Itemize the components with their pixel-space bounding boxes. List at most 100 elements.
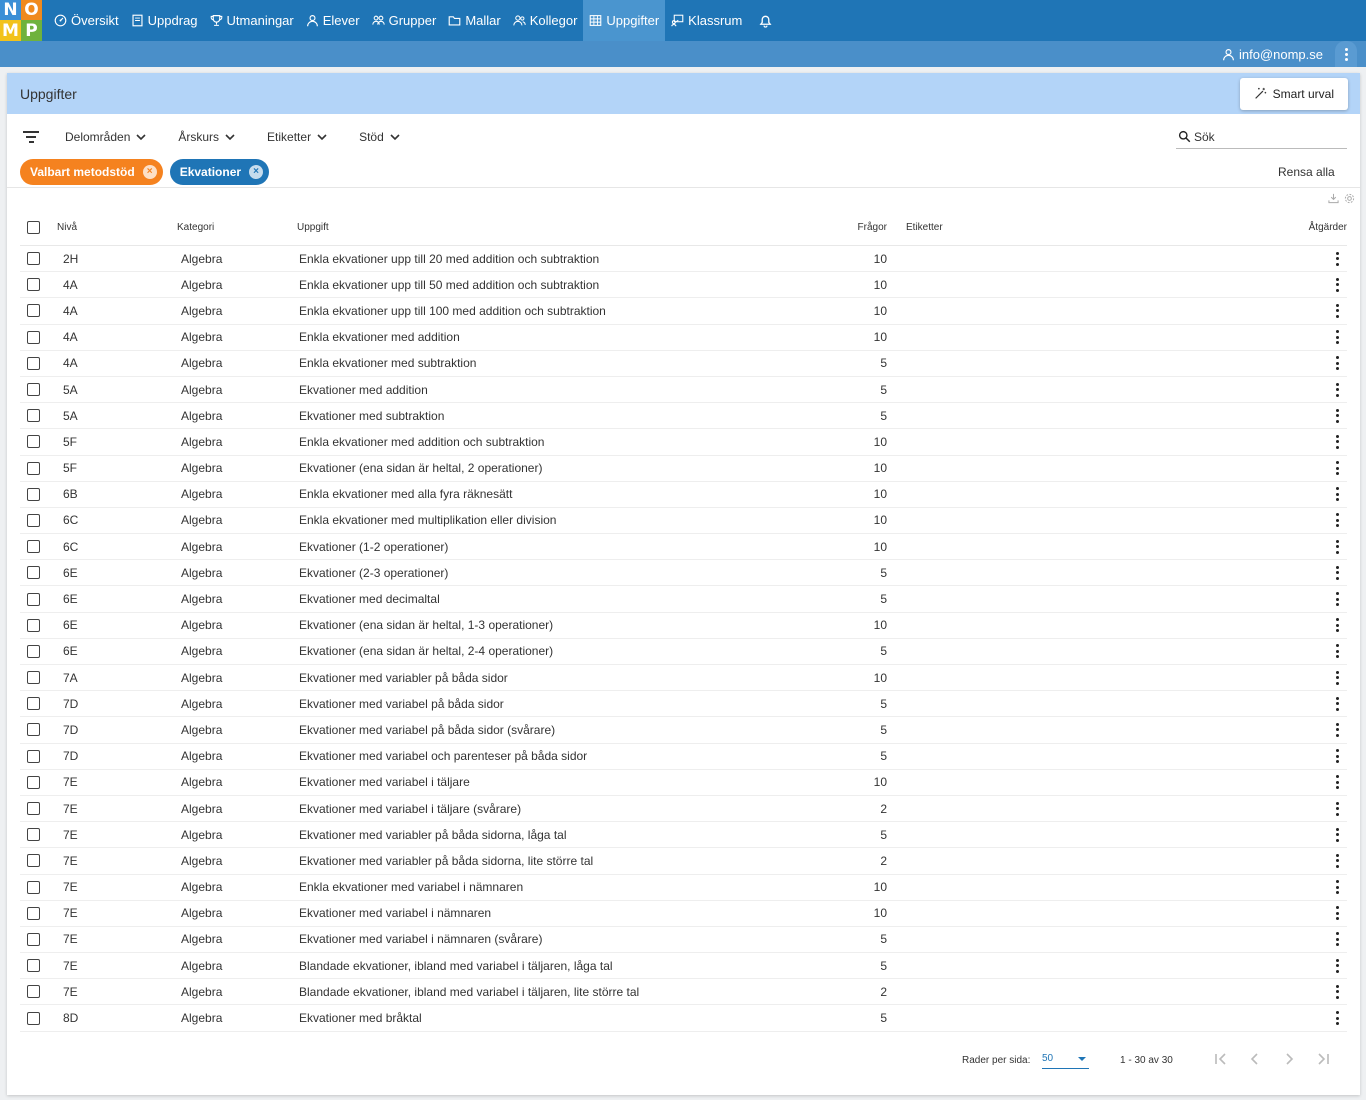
cell-uppgift[interactable]: Enkla ekvationer med subtraktion [299, 356, 476, 370]
cell-uppgift[interactable]: Ekvationer (ena sidan är heltal, 1-3 ope… [299, 618, 553, 632]
dropdown-delomraden[interactable]: Delområden [65, 130, 146, 144]
row-checkbox[interactable] [27, 985, 40, 999]
nomp-logo[interactable]: N O M P [0, 0, 42, 41]
nav-item-kollegor[interactable]: Kollegor [507, 0, 584, 41]
cell-uppgift[interactable]: Ekvationer med variabel i nämnaren (svår… [299, 932, 542, 946]
row-actions-button[interactable] [1335, 958, 1339, 973]
cell-uppgift[interactable]: Ekvationer med variabel i täljare [299, 775, 470, 789]
row-actions-button[interactable] [1335, 565, 1339, 580]
column-header-fragor[interactable]: Frågor [858, 222, 887, 233]
cell-uppgift[interactable]: Ekvationer (ena sidan är heltal, 2-4 ope… [299, 644, 553, 658]
cell-uppgift[interactable]: Ekvationer med variabel på båda sidor [299, 697, 504, 711]
row-checkbox[interactable] [27, 461, 40, 475]
row-actions-button[interactable] [1335, 513, 1339, 528]
filter-icon[interactable] [23, 131, 39, 143]
row-checkbox[interactable] [27, 383, 40, 397]
table-row[interactable]: 6E Algebra Ekvationer med decimaltal 5 [20, 586, 1347, 613]
cell-uppgift[interactable]: Enkla ekvationer med multiplikation elle… [299, 513, 556, 527]
dropdown-stod[interactable]: Stöd [359, 130, 400, 144]
next-page-button[interactable] [1281, 1051, 1297, 1067]
table-row[interactable]: 6E Algebra Ekvationer (2-3 operationer) 5 [20, 560, 1347, 587]
notifications-button[interactable] [748, 0, 783, 41]
cell-uppgift[interactable]: Ekvationer med variabler på båda sidorna… [299, 828, 567, 842]
row-checkbox[interactable] [27, 880, 40, 894]
row-checkbox[interactable] [27, 356, 40, 370]
table-row[interactable]: 7E Algebra Ekvationer med variabel i tälja… [20, 796, 1347, 823]
table-row[interactable]: 7E Algebra Ekvationer med variabler på båd… [20, 822, 1347, 849]
row-actions-button[interactable] [1335, 696, 1339, 711]
table-row[interactable]: 4A Algebra Enkla ekvationer med addition 10 [20, 325, 1347, 351]
row-actions-button[interactable] [1335, 592, 1339, 607]
column-header-kategori[interactable]: Kategori [177, 222, 214, 233]
nav-item-oversikt[interactable]: Översikt [48, 0, 125, 41]
table-row[interactable]: 5F Algebra Ekvationer (ena sidan är heltal… [20, 456, 1347, 482]
row-actions-button[interactable] [1335, 408, 1339, 423]
row-checkbox[interactable] [27, 278, 40, 292]
row-actions-button[interactable] [1335, 618, 1339, 633]
row-actions-button[interactable] [1335, 644, 1339, 659]
table-row[interactable]: 7E Algebra Ekvationer med variabel i nämna… [20, 927, 1347, 954]
row-checkbox[interactable] [27, 1011, 40, 1025]
select-all-checkbox[interactable] [27, 221, 40, 234]
row-checkbox[interactable] [27, 487, 40, 501]
cell-uppgift[interactable]: Ekvationer (2-3 operationer) [299, 566, 448, 580]
previous-page-button[interactable] [1247, 1051, 1263, 1067]
cell-uppgift[interactable]: Ekvationer med addition [299, 383, 428, 397]
gear-icon[interactable] [1344, 193, 1355, 204]
row-checkbox[interactable] [27, 854, 40, 868]
table-row[interactable]: 7E Algebra Blandade ekvationer, ibland med… [20, 953, 1347, 980]
cell-uppgift[interactable]: Ekvationer med variabel och parenteser p… [299, 749, 587, 763]
table-row[interactable]: 2H Algebra Enkla ekvationer upp till 20 me… [20, 246, 1347, 273]
table-row[interactable]: 6E Algebra Ekvationer (ena sidan är heltal… [20, 639, 1347, 665]
cell-uppgift[interactable]: Enkla ekvationer med addition [299, 330, 460, 344]
nav-item-klassrum[interactable]: Klassrum [665, 0, 748, 41]
row-checkbox[interactable] [27, 959, 40, 973]
row-actions-button[interactable] [1335, 539, 1339, 554]
smart-selection-button[interactable]: Smart urval [1239, 77, 1348, 110]
cell-uppgift[interactable]: Enkla ekvationer upp till 100 med additi… [299, 304, 606, 318]
row-checkbox[interactable] [27, 802, 40, 816]
download-icon[interactable] [1328, 193, 1339, 204]
row-checkbox[interactable] [27, 566, 40, 580]
table-row[interactable]: 6C Algebra Ekvationer (1-2 operationer) 10 [20, 534, 1347, 561]
table-row[interactable]: 7D Algebra Ekvationer med variabel på båda… [20, 691, 1347, 718]
search-input[interactable]: Sök [1176, 125, 1347, 149]
filter-chip[interactable]: Ekvationer × [169, 159, 270, 185]
column-header-uppgift[interactable]: Uppgift [297, 222, 329, 233]
cell-uppgift[interactable]: Enkla ekvationer med addition och subtra… [299, 435, 544, 449]
table-row[interactable]: 7E Algebra Ekvationer med variabler på båd… [20, 848, 1347, 875]
close-icon[interactable]: × [142, 165, 157, 179]
cell-uppgift[interactable]: Ekvationer med variabler på båda sidorna… [299, 854, 593, 868]
row-checkbox[interactable] [27, 749, 40, 763]
row-checkbox[interactable] [27, 409, 40, 423]
row-actions-button[interactable] [1335, 880, 1339, 895]
last-page-button[interactable] [1315, 1051, 1331, 1067]
table-row[interactable]: 7D Algebra Ekvationer med variabel på båda… [20, 717, 1347, 744]
nav-item-utmaningar[interactable]: Utmaningar [204, 0, 300, 41]
user-account-link[interactable]: info@nomp.se [1222, 47, 1323, 62]
column-header-niva[interactable]: Nivå [57, 222, 77, 233]
row-checkbox[interactable] [27, 697, 40, 711]
row-actions-button[interactable] [1335, 356, 1339, 371]
row-actions-button[interactable] [1335, 382, 1339, 397]
row-checkbox[interactable] [27, 723, 40, 737]
row-checkbox[interactable] [27, 435, 40, 449]
row-actions-button[interactable] [1335, 434, 1339, 449]
row-actions-button[interactable] [1335, 749, 1339, 764]
row-checkbox[interactable] [27, 252, 40, 266]
nav-item-uppgifter[interactable]: Uppgifter [583, 0, 666, 41]
table-row[interactable]: 4A Algebra Enkla ekvationer upp till 50 me… [20, 272, 1347, 299]
column-header-etiketter[interactable]: Etiketter [906, 222, 943, 233]
cell-uppgift[interactable]: Ekvationer med decimaltal [299, 592, 440, 606]
nav-item-mallar[interactable]: Mallar [442, 0, 506, 41]
row-checkbox[interactable] [27, 906, 40, 920]
table-row[interactable]: 5A Algebra Ekvationer med subtraktion 5 [20, 403, 1347, 430]
row-actions-button[interactable] [1335, 303, 1339, 318]
row-checkbox[interactable] [27, 932, 40, 946]
row-checkbox[interactable] [27, 775, 40, 789]
nav-item-uppdrag[interactable]: Uppdrag [125, 0, 204, 41]
row-actions-button[interactable] [1335, 251, 1339, 266]
row-actions-button[interactable] [1335, 722, 1339, 737]
row-checkbox[interactable] [27, 828, 40, 842]
nav-item-elever[interactable]: Elever [300, 0, 366, 41]
